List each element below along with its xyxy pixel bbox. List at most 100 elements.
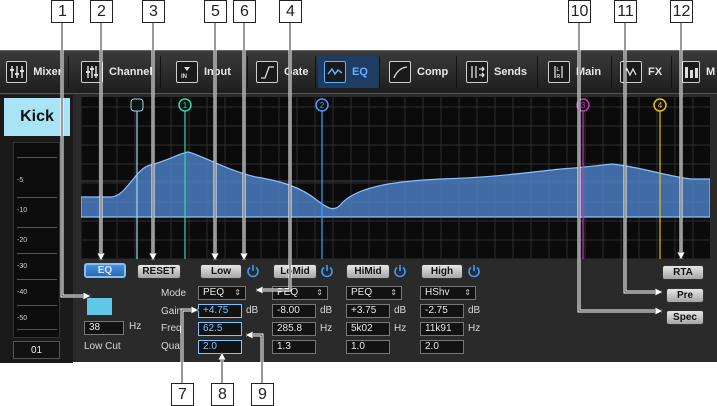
band-lomid-mode-select[interactable]: PEQ ⇕ bbox=[272, 286, 328, 300]
tab-main-label: Main bbox=[576, 66, 602, 78]
callout-11: 11 bbox=[614, 0, 637, 23]
meter-label: -20 bbox=[17, 237, 28, 244]
quality-label: Qual bbox=[161, 341, 183, 352]
tab-eq[interactable]: EQ bbox=[318, 56, 380, 88]
band-low-gain-unit: dB bbox=[246, 305, 259, 316]
meter-label: -10 bbox=[17, 207, 28, 214]
channel-number: 01 bbox=[13, 341, 60, 359]
band-himid-mode-value: PEQ bbox=[351, 287, 373, 298]
band-himid-power-icon[interactable] bbox=[393, 264, 407, 278]
pre-button[interactable]: Pre bbox=[666, 288, 704, 303]
freq-label: Freq bbox=[161, 323, 182, 334]
tab-sends[interactable]: Sends bbox=[460, 56, 538, 88]
lowcut-freq-field[interactable]: 38 bbox=[84, 321, 124, 335]
band-low-mode-select[interactable]: PEQ ⇕ bbox=[198, 286, 246, 300]
band-high-gain-unit: dB bbox=[468, 305, 481, 316]
band-high-button[interactable]: High bbox=[421, 264, 463, 279]
band-lomid-power-icon[interactable] bbox=[320, 264, 334, 278]
band-himid-gain-field[interactable]: +3.75 bbox=[346, 304, 390, 318]
comp-icon bbox=[389, 61, 411, 83]
reset-button[interactable]: RESET bbox=[137, 264, 181, 279]
callout-3: 3 bbox=[142, 0, 165, 23]
band-himid-gain-unit: dB bbox=[394, 305, 407, 316]
main-icon: LR bbox=[548, 61, 570, 83]
rta-button[interactable]: RTA bbox=[662, 265, 704, 280]
band-himid-mode-select[interactable]: PEQ ⇕ bbox=[346, 286, 402, 300]
tab-channel-label: Channel bbox=[109, 66, 153, 78]
chevron-updown-icon: ⇕ bbox=[316, 288, 323, 297]
gate-icon bbox=[256, 61, 278, 83]
meter-tick bbox=[17, 279, 57, 280]
band-high-freq-field[interactable]: 11k91 bbox=[420, 322, 464, 336]
tab-fx-label: FX bbox=[648, 66, 663, 78]
eq-graph-svg: 1 2 3 4 bbox=[81, 97, 710, 259]
tab-channel[interactable]: Channel bbox=[75, 56, 161, 88]
callout-8: 8 bbox=[211, 383, 234, 406]
callout-10: 10 bbox=[568, 0, 591, 23]
tab-gate[interactable]: Gate bbox=[250, 56, 316, 88]
tab-fx[interactable]: FX bbox=[614, 56, 672, 88]
meter-tick bbox=[17, 157, 57, 158]
band-low-power-icon[interactable] bbox=[246, 264, 260, 278]
meter-tick bbox=[17, 227, 57, 228]
level-meter: -5 -10 -20 -30 -40 -50 bbox=[13, 142, 60, 338]
meter-label: -50 bbox=[17, 315, 28, 322]
tab-meters[interactable]: M bbox=[676, 56, 717, 88]
eq-enable-button[interactable]: EQ bbox=[84, 263, 126, 278]
band-3-handle-label: 3 bbox=[581, 101, 586, 110]
channel-name[interactable]: Kick bbox=[4, 98, 70, 136]
band-low-freq-field[interactable]: 62.5 bbox=[198, 322, 242, 336]
band-low-q-field[interactable]: 2.0 bbox=[198, 340, 242, 354]
tab-input[interactable]: IN Input bbox=[170, 56, 248, 88]
tab-bar: Mixer Channel IN Input Gate EQ Comp Send… bbox=[0, 51, 717, 94]
channel-strip-sidebar: Kick -5 -10 -20 -30 -40 -50 01 bbox=[0, 95, 73, 363]
band-himid-button[interactable]: HiMid bbox=[346, 264, 390, 279]
band-lomid-freq-field[interactable]: 285.8 bbox=[272, 322, 316, 336]
eq-curve bbox=[81, 151, 710, 218]
eq-icon bbox=[324, 61, 346, 83]
lowcut-handle[interactable] bbox=[130, 98, 144, 112]
band-low-button[interactable]: Low bbox=[200, 264, 242, 279]
band-4-handle-label: 4 bbox=[658, 101, 663, 110]
band-lomid-freq-unit: Hz bbox=[320, 323, 333, 334]
band-himid-freq-unit: Hz bbox=[394, 323, 407, 334]
band-high-power-icon[interactable] bbox=[467, 264, 481, 278]
band-low-gain-field[interactable]: +4.75 bbox=[198, 304, 242, 318]
tab-mixer-label: Mixer bbox=[33, 66, 62, 78]
band-low-mode-value: PEQ bbox=[203, 287, 225, 298]
meter-tick bbox=[17, 253, 57, 254]
callout-9: 9 bbox=[251, 383, 274, 406]
svg-text:R: R bbox=[557, 74, 561, 79]
eq-graph[interactable]: 1 2 3 4 bbox=[81, 97, 710, 259]
band-lomid-gain-unit: dB bbox=[320, 305, 333, 316]
chevron-updown-icon: ⇕ bbox=[390, 288, 397, 297]
tab-comp[interactable]: Comp bbox=[383, 56, 457, 88]
tab-mixer[interactable]: Mixer bbox=[0, 56, 69, 88]
spec-button[interactable]: Spec bbox=[666, 310, 704, 325]
callout-12: 12 bbox=[670, 0, 693, 23]
tab-sends-label: Sends bbox=[494, 66, 528, 78]
band-himid-freq-field[interactable]: 5k02 bbox=[346, 322, 390, 336]
band-lomid-gain-field[interactable]: -8.00 bbox=[272, 304, 316, 318]
band-high-gain-field[interactable]: -2.75 bbox=[420, 304, 464, 318]
tab-input-label: Input bbox=[204, 66, 231, 78]
callout-1: 1 bbox=[51, 0, 74, 23]
band-high-freq-unit: Hz bbox=[468, 323, 481, 334]
band-lomid-button[interactable]: LoMid bbox=[273, 264, 317, 279]
lowcut-toggle-button[interactable] bbox=[86, 297, 113, 316]
band-himid-q-field[interactable]: 1.0 bbox=[346, 340, 390, 354]
band-lomid-mode-value: PEQ bbox=[277, 287, 299, 298]
band-lomid-q-field[interactable]: 1.3 bbox=[272, 340, 316, 354]
tab-comp-label: Comp bbox=[417, 66, 449, 78]
tab-main[interactable]: LR Main bbox=[542, 56, 612, 88]
band-2-handle-label: 2 bbox=[320, 101, 325, 110]
callout-4: 4 bbox=[279, 0, 302, 23]
meter-tick bbox=[17, 329, 57, 330]
band-high-q-field[interactable]: 2.0 bbox=[420, 340, 464, 354]
mode-label: Mode bbox=[161, 288, 187, 299]
callout-2: 2 bbox=[90, 0, 113, 23]
tab-eq-label: EQ bbox=[352, 66, 368, 78]
lowcut-freq-unit: Hz bbox=[129, 321, 142, 332]
band-high-mode-select[interactable]: HShv ⇕ bbox=[420, 286, 476, 300]
callout-6: 6 bbox=[233, 0, 256, 23]
